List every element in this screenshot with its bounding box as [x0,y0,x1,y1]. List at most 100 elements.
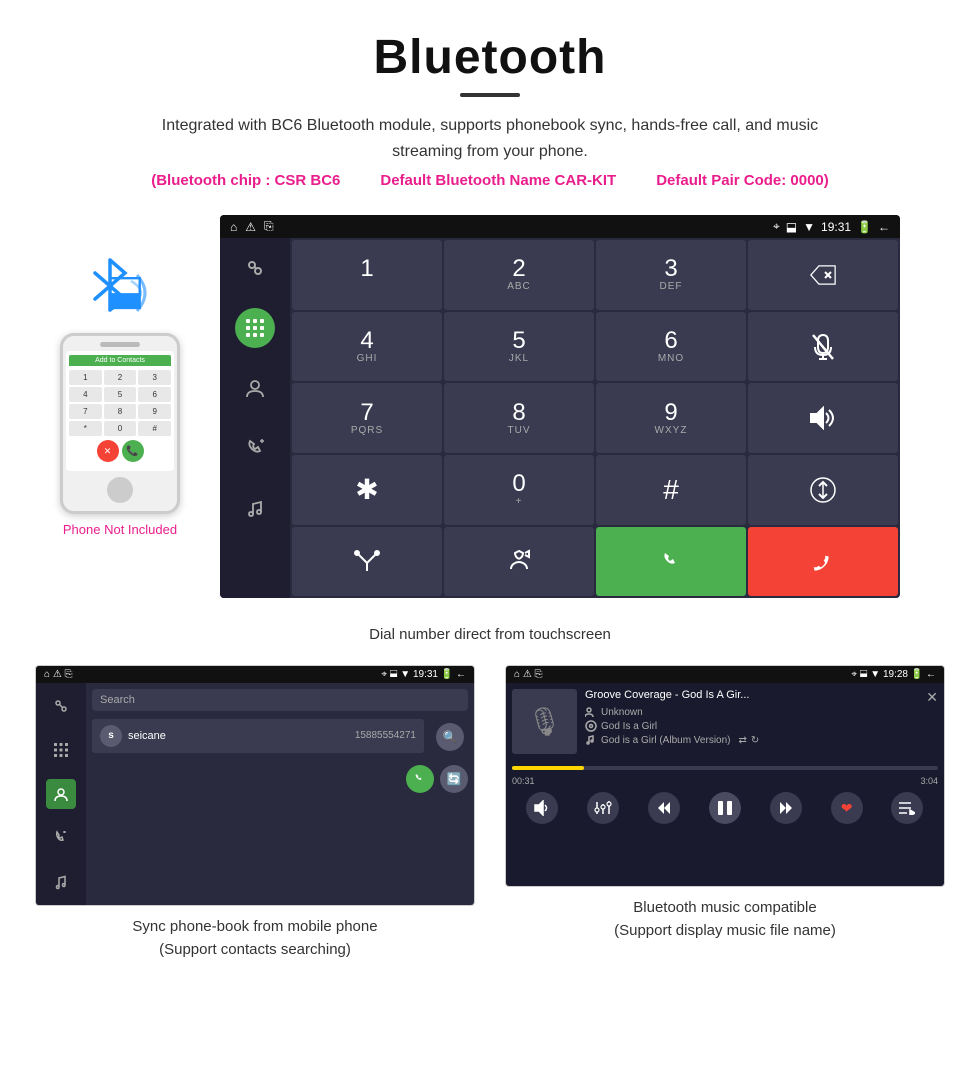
dial-key-1[interactable]: 1 [292,240,442,310]
dial-key-hash[interactable]: # [596,455,746,525]
statusbar-left: ⌂ ⚠ ⎘ [230,219,274,234]
dialpad-grid: 1 2 ABC 3 DEF [290,238,900,598]
music-statusbar-left: ⌂ ⚠ ⎘ [514,669,543,680]
music-screen: ⌂ ⚠ ⎘ ⌖ ⬓ ▼ 19:28 🔋 ← 🎙 Groove Coverage … [506,666,944,886]
dial-key-backspace[interactable] [748,240,898,310]
dial-key-merge[interactable] [292,527,442,597]
default-name-label: Default Bluetooth Name CAR-KIT [380,172,616,189]
statusbar-right: ⌖ ⬓ ▼ 19:31 🔋 ← [773,219,890,234]
pb-nav-calls[interactable] [46,823,76,853]
phone-not-included-label: Phone Not Included [63,522,177,537]
phonebook-statusbar: ⌂ ⚠ ⎘ ⌖ ⬓ ▼ 19:31 🔋 ← [36,666,474,683]
default-pair-label: Default Pair Code: 0000) [656,172,829,189]
repeat-icon[interactable]: ↻ [751,735,759,746]
music-track-title: Groove Coverage - God Is A Gir... [585,689,749,702]
main-section: ⬓ Add to Contacts 1 2 3 4 [0,199,980,614]
shuffle-icon[interactable]: ⇄ [739,735,747,746]
dial-key-2[interactable]: 2 ABC [444,240,594,310]
album-art: 🎙 [512,689,577,754]
pb-search-bar[interactable]: Search [92,689,468,711]
music-statusbar: ⌂ ⚠ ⎘ ⌖ ⬓ ▼ 19:28 🔋 ← [506,666,944,683]
phonebook-caption: Sync phone-book from mobile phone(Suppor… [132,916,377,961]
dial-key-0[interactable]: 0 + [444,455,594,525]
pb-nav-music[interactable] [46,867,76,897]
pb-contact-number: 15885554271 [355,730,416,741]
music-top: 🎙 Groove Coverage - God Is A Gir... ✕ Un… [512,689,938,754]
phone-key-1: 1 [69,370,102,385]
music-close-button[interactable]: ✕ [926,689,938,706]
music-playlist-btn[interactable] [891,792,923,824]
music-meta-album: God Is a Girl [585,720,938,732]
nav-dialpad-icon[interactable] [235,308,275,348]
pb-nav-link[interactable] [46,691,76,721]
pb-right-buttons: 🔍 [428,717,468,757]
phone-key-5: 5 [104,387,137,402]
dial-key-8[interactable]: 8 TUV [444,383,594,453]
music-prev-btn[interactable] [648,792,680,824]
music-volume-btn[interactable] [526,792,558,824]
chip-label: (Bluetooth chip : CSR BC6 [151,172,340,189]
dial-key-call[interactable] [596,527,746,597]
statusbar-time: 19:31 [821,220,851,234]
pb-nav-contacts[interactable] [46,779,76,809]
pb-search-button[interactable]: 🔍 [436,723,464,751]
home-icon: ⌂ [230,220,237,234]
dial-key-3[interactable]: 3 DEF [596,240,746,310]
music-play-btn[interactable] [709,792,741,824]
phone-keypad: 1 2 3 4 5 6 7 8 9 * 0 # [69,370,171,436]
music-meta-artist: Unknown [585,706,938,718]
nav-music-icon[interactable] [235,488,275,528]
usb-icon: ⎘ [264,219,274,234]
pb-statusbar-right: ⌖ ⬓ ▼ 19:31 🔋 ← [381,669,466,680]
music-content: 🎙 Groove Coverage - God Is A Gir... ✕ Un… [506,683,944,830]
dial-key-mute[interactable] [748,312,898,382]
music-progress-fill [512,766,584,770]
music-time: 00:31 3:04 [512,776,938,786]
warning-icon: ⚠ [245,220,256,234]
time-total: 3:04 [920,776,938,786]
dial-key-9[interactable]: 9 WXYZ [596,383,746,453]
pb-action-btns: 🔄 [92,765,468,793]
phone-screen-header: Add to Contacts [69,355,171,366]
nav-calls-icon[interactable] [235,428,275,468]
music-info: Groove Coverage - God Is A Gir... ✕ Unkn… [585,689,938,748]
dial-key-star[interactable]: ✱ [292,455,442,525]
page-title: Bluetooth [20,30,960,85]
dial-key-6[interactable]: 6 MNO [596,312,746,382]
dial-caption: Dial number direct from touchscreen [0,614,980,655]
music-favorite-btn[interactable]: ❤ [831,792,863,824]
dial-key-transfer[interactable] [444,527,594,597]
dial-key-volume[interactable] [748,383,898,453]
page-header: Bluetooth Integrated with BC6 Bluetooth … [0,0,980,199]
pb-nav-dialpad[interactable] [46,735,76,765]
phonebook-screen: ⌂ ⚠ ⎘ ⌖ ⬓ ▼ 19:31 🔋 ← [36,666,474,905]
bluetooth-icon-area: ⬓ [75,255,165,325]
dialpad-area: 1 2 ABC 3 DEF [290,238,900,598]
music-screenshot: ⌂ ⚠ ⎘ ⌖ ⬓ ▼ 19:28 🔋 ← 🎙 Groove Coverage … [505,665,945,887]
dial-key-end[interactable] [748,527,898,597]
pb-statusbar-left: ⌂ ⚠ ⎘ [44,669,73,680]
music-next-btn[interactable] [770,792,802,824]
dial-key-swap[interactable] [748,455,898,525]
music-meta-track: God is a Girl (Album Version) ⇄ ↻ [585,734,938,746]
phone-key-3: 3 [138,370,171,385]
dial-key-5[interactable]: 5 JKL [444,312,594,382]
phone-call-btn: 📞 [122,440,144,462]
pb-refresh-button[interactable]: 🔄 [440,765,468,793]
pb-contact-name: seicane [128,730,349,742]
pb-call-button[interactable] [406,765,434,793]
phone-key-0: 0 [104,421,137,436]
phone-key-9: 9 [138,404,171,419]
music-progress-bar[interactable] [512,766,938,770]
pb-contact-avatar: s [100,725,122,747]
battery-icon: 🔋 [857,220,872,234]
pb-content: Search s seicane 15885554271 🔍 [36,683,474,905]
title-underline [460,93,520,97]
music-equalizer-btn[interactable] [587,792,619,824]
wifi-icon: ▼ [803,220,815,234]
dial-key-4[interactable]: 4 GHI [292,312,442,382]
pb-contact-row: s seicane 15885554271 [92,719,424,753]
nav-link-icon[interactable] [235,248,275,288]
nav-contacts-icon[interactable] [235,368,275,408]
dial-key-7[interactable]: 7 PQRS [292,383,442,453]
